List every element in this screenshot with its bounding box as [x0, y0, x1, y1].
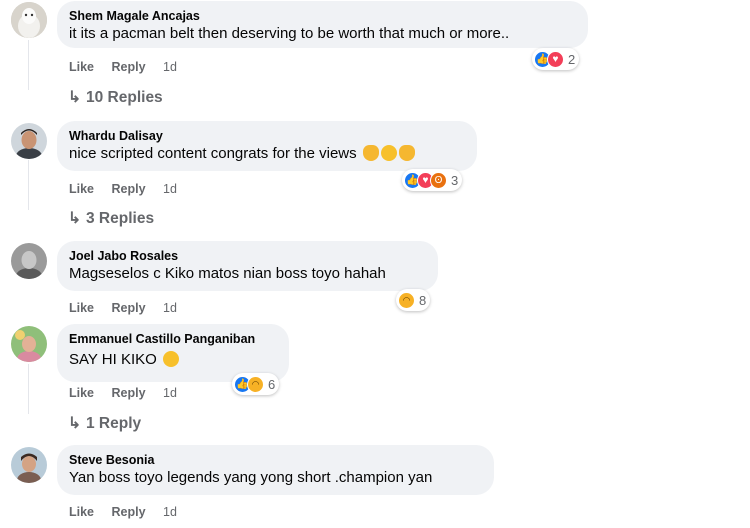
- angry-reaction-icon: ʘ: [430, 171, 447, 189]
- comment-author[interactable]: Steve Besonia: [69, 452, 482, 468]
- comment-actions: Like Reply 1d: [69, 182, 191, 196]
- thread-line: [28, 40, 29, 90]
- thread-line: [28, 160, 29, 210]
- comment-text: Yan boss toyo legends yang yong short .c…: [69, 469, 433, 486]
- reaction-count: 8: [419, 292, 427, 308]
- comment-bubble: Whardu Dalisay nice scripted content con…: [57, 121, 477, 171]
- avatar[interactable]: [11, 243, 47, 279]
- reply-button[interactable]: Reply: [112, 505, 146, 519]
- like-button[interactable]: Like: [69, 386, 94, 400]
- comment-actions: Like Reply 1d: [69, 301, 191, 315]
- comment-author[interactable]: Joel Jabo Rosales: [69, 248, 426, 264]
- comment-actions: Like Reply 1d: [69, 386, 191, 400]
- smiling-emoji-icon: [162, 351, 179, 367]
- like-button[interactable]: Like: [69, 60, 94, 74]
- like-button[interactable]: Like: [69, 505, 94, 519]
- comment-author[interactable]: Emmanuel Castillo Panganiban: [69, 331, 277, 347]
- comment-text: Magseselos c Kiko matos nian boss toyo h…: [69, 265, 386, 282]
- haha-reaction-icon: ◠: [398, 291, 415, 309]
- comment-author[interactable]: Whardu Dalisay: [69, 128, 465, 144]
- reaction-summary[interactable]: 👍 ♥ ʘ 3: [402, 169, 463, 191]
- replies-count-label: 1 Reply: [86, 415, 142, 432]
- comment-bubble: Shem Magale Ancajas it its a pacman belt…: [57, 1, 588, 48]
- reply-arrow-icon: ↳: [68, 210, 81, 227]
- grin-emoji-icon: [380, 145, 397, 161]
- comment-text: nice scripted content congrats for the v…: [69, 145, 357, 162]
- avatar[interactable]: [11, 447, 47, 483]
- reaction-summary[interactable]: 👍 ♥ 2: [532, 48, 580, 70]
- like-button[interactable]: Like: [69, 182, 94, 196]
- like-button[interactable]: Like: [69, 301, 94, 315]
- comment-bubble: Joel Jabo Rosales Magseselos c Kiko mato…: [57, 241, 438, 291]
- avatar[interactable]: [11, 2, 47, 38]
- view-replies-link[interactable]: ↳ 10 Replies: [68, 88, 163, 107]
- avatar[interactable]: [11, 326, 47, 362]
- replies-count-label: 3 Replies: [86, 210, 155, 227]
- comment-actions: Like Reply 1d: [69, 60, 191, 74]
- comment-timestamp[interactable]: 1d: [163, 301, 177, 315]
- reaction-count: 3: [451, 172, 459, 188]
- reaction-count: 2: [568, 51, 576, 67]
- thread-line: [28, 364, 29, 414]
- reply-button[interactable]: Reply: [112, 182, 146, 196]
- avatar[interactable]: [11, 123, 47, 159]
- comment-author[interactable]: Shem Magale Ancajas: [69, 8, 576, 24]
- love-reaction-icon: ♥: [547, 50, 564, 68]
- haha-reaction-icon: ◠: [247, 375, 264, 393]
- reply-button[interactable]: Reply: [112, 301, 146, 315]
- comment-actions: Like Reply 1d: [69, 505, 191, 519]
- view-replies-link[interactable]: ↳ 1 Reply: [68, 414, 141, 433]
- reply-arrow-icon: ↳: [68, 89, 81, 106]
- reaction-count: 6: [268, 376, 276, 392]
- replies-count-label: 10 Replies: [86, 89, 163, 106]
- comment-timestamp[interactable]: 1d: [163, 386, 177, 400]
- view-replies-link[interactable]: ↳ 3 Replies: [68, 209, 154, 228]
- comment-text: it its a pacman belt then deserving to b…: [69, 25, 510, 42]
- comment-bubble: Steve Besonia Yan boss toyo legends yang…: [57, 445, 494, 495]
- reaction-summary[interactable]: 👍 ◠ 6: [232, 373, 280, 395]
- reply-arrow-icon: ↳: [68, 415, 81, 432]
- reply-button[interactable]: Reply: [112, 60, 146, 74]
- reaction-summary[interactable]: ◠ 8: [396, 289, 431, 311]
- comment-timestamp[interactable]: 1d: [163, 505, 177, 519]
- reply-button[interactable]: Reply: [112, 386, 146, 400]
- comment-timestamp[interactable]: 1d: [163, 182, 177, 196]
- comment-timestamp[interactable]: 1d: [163, 60, 177, 74]
- grinning-cat-emoji-icon: [398, 145, 415, 161]
- comment-text: SAY HI KIKO: [69, 351, 157, 368]
- cat-emoji-icon: [362, 145, 379, 161]
